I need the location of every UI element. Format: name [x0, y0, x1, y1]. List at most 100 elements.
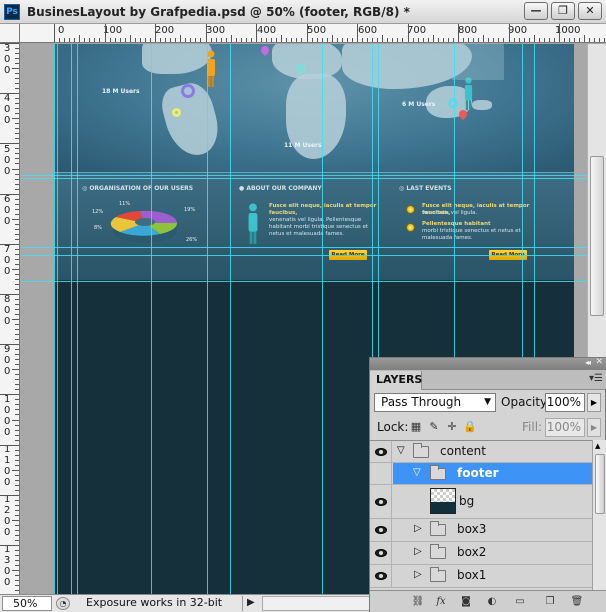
ruler-tick [15, 484, 19, 486]
ruler-tick [210, 38, 212, 42]
fx-icon[interactable]: fx [433, 595, 449, 609]
close-button[interactable]: ✕ [578, 2, 602, 20]
scroll-up-icon[interactable]: ▲ [595, 442, 600, 450]
layer-body[interactable]: ▷ box2 [393, 542, 592, 564]
status-info-icon[interactable]: ◔ [56, 597, 70, 610]
layers-scrollbar[interactable]: ▲ [592, 440, 606, 590]
guide-line[interactable] [21, 281, 606, 282]
guide-line[interactable] [21, 178, 606, 179]
layer-body[interactable]: ▷ box1 [393, 565, 592, 587]
tab-layers[interactable]: LAYERS [370, 371, 422, 390]
ruler-tick [331, 35, 333, 42]
visibility-toggle[interactable] [370, 519, 392, 541]
visibility-toggle[interactable] [370, 463, 392, 484]
blend-mode-select[interactable]: Pass Through ▼ [374, 393, 496, 412]
new-group-icon[interactable]: ▭ [512, 595, 528, 609]
folder-icon [413, 442, 429, 458]
adjustment-icon[interactable]: ◐ [484, 595, 500, 609]
mask-icon[interactable]: ◙ [458, 595, 474, 609]
ruler-tick [94, 38, 96, 42]
fill-slider-arrow[interactable]: ▶ [587, 418, 601, 437]
panel-menu-icon[interactable]: ▾☰ [589, 373, 603, 384]
expand-triangle-icon[interactable]: ▷ [414, 523, 422, 534]
layer-row-box2[interactable]: ▷ box2 [370, 542, 592, 565]
layer-body[interactable]: bg [393, 485, 592, 518]
ruler-tick [12, 519, 19, 521]
ruler-tick [574, 38, 576, 42]
layer-row-box3[interactable]: ▷ box3 [370, 519, 592, 542]
layer-row-footer[interactable]: ▽ footer [370, 463, 592, 485]
guide-line[interactable] [151, 44, 152, 594]
guide-line[interactable] [21, 247, 606, 248]
ruler-tick [160, 38, 162, 42]
visibility-toggle[interactable] [370, 565, 392, 587]
guide-line[interactable] [71, 44, 72, 594]
guide-line[interactable] [77, 44, 78, 594]
lock-image-icon[interactable]: ✎ [426, 419, 442, 435]
map-continent [142, 44, 212, 74]
zoom-level-field[interactable]: 50% [2, 596, 52, 611]
link-icon[interactable]: ⛓ [410, 595, 426, 609]
minimize-button[interactable]: — [524, 2, 548, 20]
ruler-tick [180, 35, 182, 42]
expand-triangle-icon[interactable]: ▷ [414, 546, 422, 557]
ruler-tick [15, 113, 19, 115]
visibility-toggle[interactable] [370, 485, 392, 518]
restore-button[interactable]: ❐ [551, 2, 575, 20]
canvas-horizontal-scrollbar[interactable] [262, 596, 370, 611]
ruler-tick [109, 38, 111, 42]
panel-dock-bar[interactable]: ◂◂ ✕ [370, 357, 606, 370]
ruler-tick [301, 38, 303, 42]
layer-row-bg[interactable]: bg [370, 485, 592, 519]
ruler-corner[interactable] [0, 24, 20, 43]
guide-line[interactable] [322, 44, 323, 594]
ruler-tick [15, 48, 19, 50]
expand-triangle-icon[interactable]: ▽ [413, 467, 421, 478]
ruler-tick [12, 570, 19, 572]
scrollbar-thumb[interactable] [590, 156, 604, 316]
ruler-tick [538, 38, 540, 42]
opacity-input[interactable]: 100% [545, 393, 585, 412]
ruler-tick [518, 38, 520, 42]
close-panel-icon[interactable]: ✕ [595, 357, 603, 367]
expand-triangle-icon[interactable]: ▷ [414, 569, 422, 580]
new-layer-icon[interactable]: ❐ [542, 595, 558, 609]
ruler-tick [15, 173, 19, 175]
visibility-toggle[interactable] [370, 542, 392, 564]
ruler-tick [15, 123, 19, 125]
lock-transparent-icon[interactable]: ▦ [408, 419, 424, 435]
layer-row-box1[interactable]: ▷ box1 [370, 565, 592, 588]
guide-line[interactable] [54, 44, 55, 594]
lock-position-icon[interactable]: ✛ [444, 419, 460, 435]
scrollbar-thumb[interactable] [595, 454, 605, 514]
vertical-ruler[interactable]: 3 0 0 4 0 0 5 0 0 6 0 0 7 0 0 8 0 0 9 0 … [0, 43, 20, 594]
lock-all-icon[interactable]: 🔒 [462, 419, 478, 435]
column-strong-text: Fusce elit neque, iaculis at tempor fauc… [269, 203, 377, 216]
layer-body[interactable]: ▷ box3 [393, 519, 592, 541]
collapse-icon[interactable]: ◂◂ [585, 358, 591, 367]
visibility-toggle[interactable] [370, 441, 392, 462]
layer-body[interactable]: ▽ footer [393, 463, 592, 484]
trash-icon[interactable]: 🗑 [569, 595, 585, 609]
title-bar: Ps BusinesLayout by Grafpedia.psd @ 50% … [0, 0, 606, 24]
guide-line[interactable] [21, 255, 606, 256]
expand-triangle-icon[interactable]: ▽ [397, 445, 405, 456]
guide-line[interactable] [207, 44, 208, 594]
ruler-tick [12, 369, 19, 371]
canvas-vertical-scrollbar[interactable] [587, 44, 606, 360]
status-menu-arrow[interactable]: ▶ [247, 597, 255, 608]
ruler-tick [382, 35, 384, 42]
ruler-tick [427, 38, 429, 42]
opacity-slider-arrow[interactable]: ▶ [587, 393, 601, 412]
horizontal-ruler[interactable]: 0 100 200 300 400 500 600 700 800 900 10… [20, 24, 606, 43]
ruler-v-label: 1 1 0 0 [4, 444, 11, 488]
fill-input[interactable]: 100% [545, 418, 585, 437]
layer-body[interactable]: ▽ content [393, 441, 592, 462]
ruler-tick [15, 288, 19, 290]
guide-line[interactable] [230, 44, 231, 594]
ruler-tick [15, 233, 19, 235]
guide-line[interactable] [57, 44, 58, 594]
layer-row-content[interactable]: ▽ content [370, 441, 592, 463]
guide-line[interactable] [21, 175, 606, 176]
ruler-tick [15, 53, 19, 55]
